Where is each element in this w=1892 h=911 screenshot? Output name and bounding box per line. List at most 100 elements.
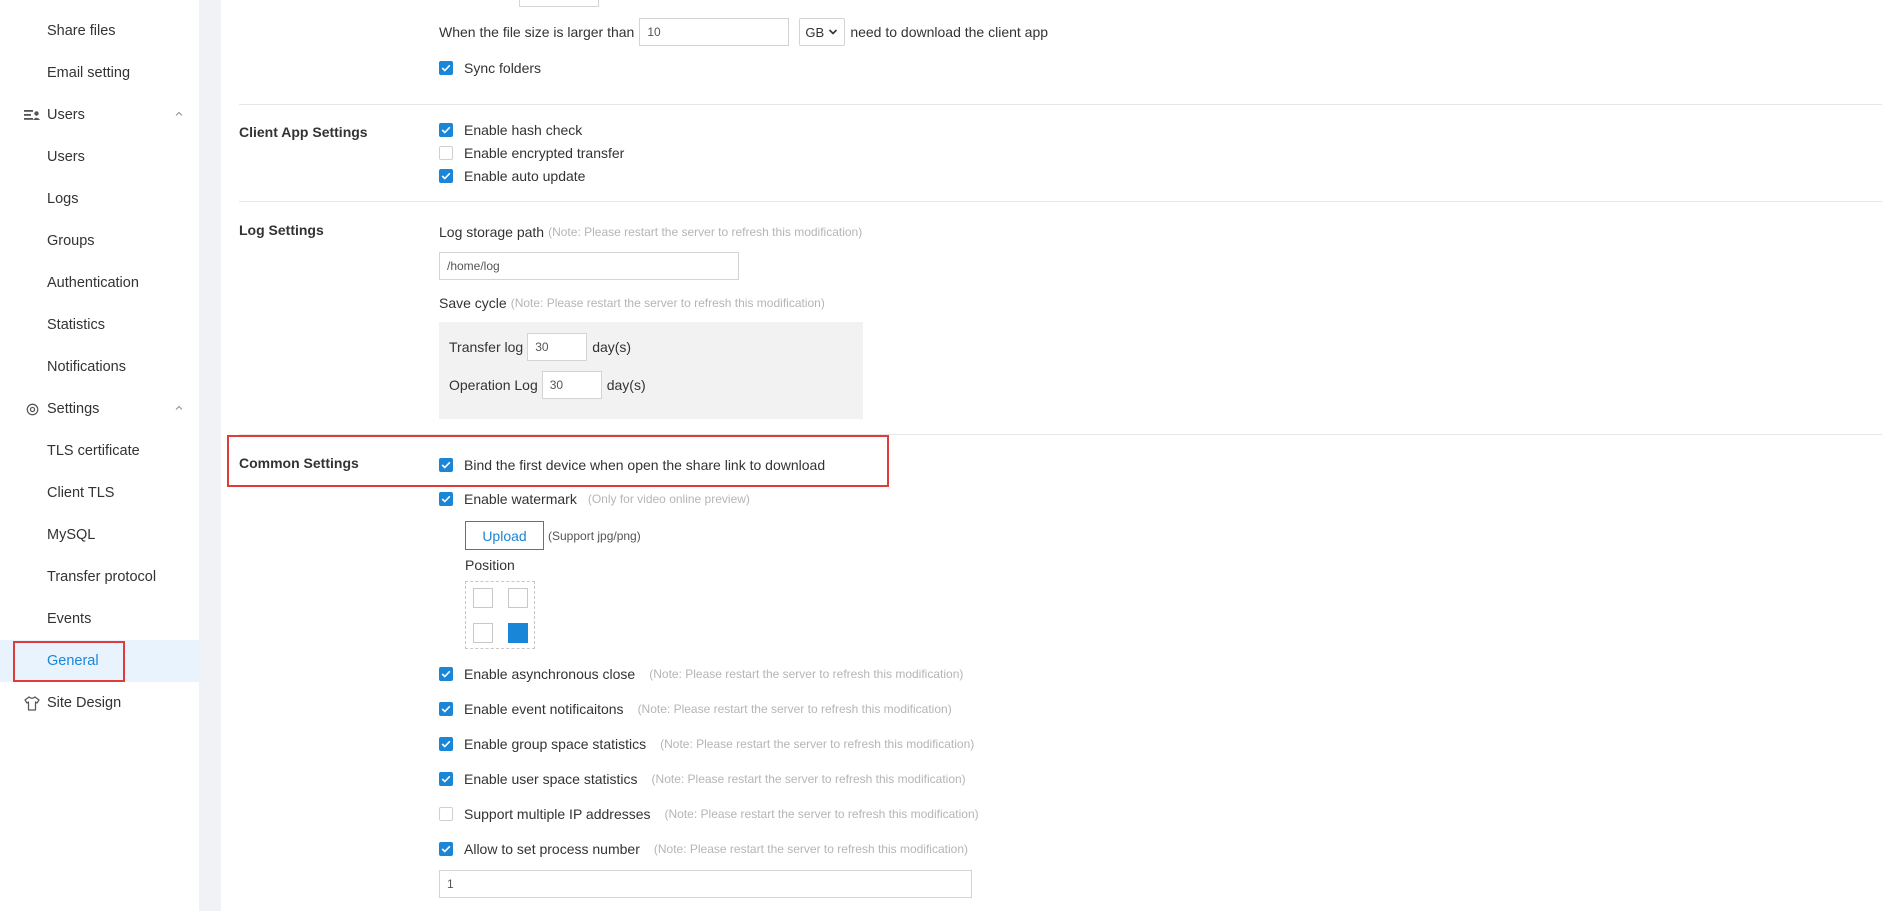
option-note: (Note: Please restart the server to refr… xyxy=(651,772,966,786)
option-event-notifications[interactable]: Enable event notificaitons (Note: Please… xyxy=(439,701,952,717)
file-size-prefix: When the file size is larger than xyxy=(439,24,635,40)
option-label: Enable asynchronous close xyxy=(464,666,636,682)
operation-log-input[interactable]: 30 xyxy=(541,371,602,399)
watermark-note: (Only for video online preview) xyxy=(587,492,750,506)
unit-value: GB xyxy=(805,24,825,40)
sidebar-group-settings[interactable]: Settings xyxy=(0,388,199,430)
sidebar-item-label: Authentication xyxy=(47,275,139,291)
unit-select[interactable]: GB xyxy=(799,18,846,46)
process-number-checkbox[interactable] xyxy=(439,842,453,856)
async-close-checkbox[interactable] xyxy=(439,667,453,681)
sidebar-item-label: Transfer protocol xyxy=(47,569,157,585)
file-size-input[interactable]: 10 xyxy=(639,18,790,46)
option-note: (Note: Please restart the server to refr… xyxy=(649,667,964,681)
partial-input[interactable] xyxy=(519,0,599,7)
upload-note: (Support jpg/png) xyxy=(548,529,641,543)
sidebar-item-label: TLS certificate xyxy=(47,443,140,459)
chevron-up-icon xyxy=(173,402,185,414)
highlight-box-common-settings xyxy=(227,435,889,487)
chevron-down-icon xyxy=(829,29,838,35)
operation-log-row: Operation Log 30 day(s) xyxy=(449,371,646,399)
file-size-row: When the file size is larger than 10 GB … xyxy=(439,18,1048,46)
event-notifications-checkbox[interactable] xyxy=(439,702,453,716)
chevron-up-icon xyxy=(173,108,185,120)
user-space-statistics-checkbox[interactable] xyxy=(439,772,453,786)
option-encrypted-transfer[interactable]: Enable encrypted transfer xyxy=(439,145,624,161)
upload-button[interactable]: Upload xyxy=(465,521,544,550)
option-async-close[interactable]: Enable asynchronous close (Note: Please … xyxy=(439,666,963,682)
file-size-value: 10 xyxy=(647,25,661,39)
days-unit: day(s) xyxy=(606,377,646,393)
sync-folders-label: Sync folders xyxy=(464,60,542,76)
option-label: Enable user space statistics xyxy=(464,771,638,787)
option-user-space-statistics[interactable]: Enable user space statistics (Note: Plea… xyxy=(439,771,966,787)
sidebar-group-users[interactable]: Users xyxy=(0,94,199,136)
log-storage-path-input[interactable]: /home/log xyxy=(439,252,739,280)
multiple-ip-checkbox[interactable] xyxy=(439,807,453,821)
transfer-log-label: Transfer log xyxy=(449,339,524,355)
section-title-client-app: Client App Settings xyxy=(239,124,368,140)
option-label: Support multiple IP addresses xyxy=(464,806,651,822)
sidebar-item-label: Users xyxy=(47,149,85,165)
log-storage-label-row: Log storage path (Note: Please restart t… xyxy=(439,224,862,240)
sidebar-item-share-files[interactable]: Share files xyxy=(0,10,199,52)
sidebar-item-events[interactable]: Events xyxy=(0,598,199,640)
sync-folders-row[interactable]: Sync folders xyxy=(439,60,541,76)
log-storage-label: Log storage path xyxy=(439,224,545,240)
option-hash-check[interactable]: Enable hash check xyxy=(439,122,582,138)
option-label: Enable event notificaitons xyxy=(464,701,624,717)
process-number-input[interactable]: 1 xyxy=(439,870,972,898)
position-label: Position xyxy=(465,557,515,573)
sidebar-item-email-setting[interactable]: Email setting xyxy=(0,52,199,94)
position-top-left[interactable] xyxy=(473,588,493,608)
position-grid xyxy=(465,581,535,649)
save-cycle-note: (Note: Please restart the server to refr… xyxy=(510,296,825,310)
sidebar-item-label: Events xyxy=(47,611,92,627)
sidebar-item-label: Statistics xyxy=(47,317,106,333)
sidebar-group-label: Users xyxy=(47,107,85,123)
group-space-statistics-checkbox[interactable] xyxy=(439,737,453,751)
sidebar-item-transfer-protocol[interactable]: Transfer protocol xyxy=(0,556,199,598)
operation-log-value: 30 xyxy=(549,378,564,392)
option-multiple-ip[interactable]: Support multiple IP addresses (Note: Ple… xyxy=(439,806,979,822)
option-label: Enable group space statistics xyxy=(464,736,647,752)
sidebar-item-statistics[interactable]: Statistics xyxy=(0,304,199,346)
position-bottom-left[interactable] xyxy=(473,623,493,643)
log-storage-note: (Note: Please restart the server to refr… xyxy=(548,225,863,239)
main-content: When the file size is larger than 10 GB … xyxy=(221,0,1892,911)
sidebar-item-logs[interactable]: Logs xyxy=(0,178,199,220)
sidebar: Share files Email setting Users Users Lo… xyxy=(0,0,199,911)
encrypted-transfer-checkbox[interactable] xyxy=(439,146,453,160)
option-group-space-statistics[interactable]: Enable group space statistics (Note: Ple… xyxy=(439,736,974,752)
option-note: (Note: Please restart the server to refr… xyxy=(664,807,979,821)
sidebar-item-users[interactable]: Users xyxy=(0,136,199,178)
watermark-checkbox[interactable] xyxy=(439,492,453,506)
option-note: (Note: Please restart the server to refr… xyxy=(660,737,975,751)
sidebar-item-mysql[interactable]: MySQL xyxy=(0,514,199,556)
sidebar-item-site-design[interactable]: Site Design xyxy=(0,682,199,724)
sync-folders-checkbox[interactable] xyxy=(439,61,453,75)
save-cycle-panel: Transfer log 30 day(s) Operation Log 30 … xyxy=(439,322,863,419)
sidebar-item-client-tls[interactable]: Client TLS xyxy=(0,472,199,514)
position-top-right[interactable] xyxy=(508,588,528,608)
days-unit: day(s) xyxy=(592,339,632,355)
operation-log-label: Operation Log xyxy=(449,377,538,393)
position-bottom-right[interactable] xyxy=(508,623,528,643)
option-process-number[interactable]: Allow to set process number (Note: Pleas… xyxy=(439,841,968,857)
option-watermark[interactable]: Enable watermark (Only for video online … xyxy=(439,491,750,507)
divider xyxy=(239,104,1882,105)
transfer-log-input[interactable]: 30 xyxy=(527,333,588,361)
hash-check-checkbox[interactable] xyxy=(439,123,453,137)
transfer-log-value: 30 xyxy=(535,340,549,354)
sidebar-item-label: MySQL xyxy=(47,527,96,543)
content-gutter xyxy=(199,0,221,911)
sidebar-item-label: Site Design xyxy=(47,695,122,711)
sidebar-item-authentication[interactable]: Authentication xyxy=(0,262,199,304)
sidebar-item-notifications[interactable]: Notifications xyxy=(0,346,199,388)
sidebar-item-label: Email setting xyxy=(47,65,131,81)
sidebar-item-groups[interactable]: Groups xyxy=(0,220,199,262)
sidebar-item-tls-certificate[interactable]: TLS certificate xyxy=(0,430,199,472)
option-auto-update[interactable]: Enable auto update xyxy=(439,168,585,184)
log-storage-path-value: /home/log xyxy=(447,259,500,273)
auto-update-checkbox[interactable] xyxy=(439,169,453,183)
